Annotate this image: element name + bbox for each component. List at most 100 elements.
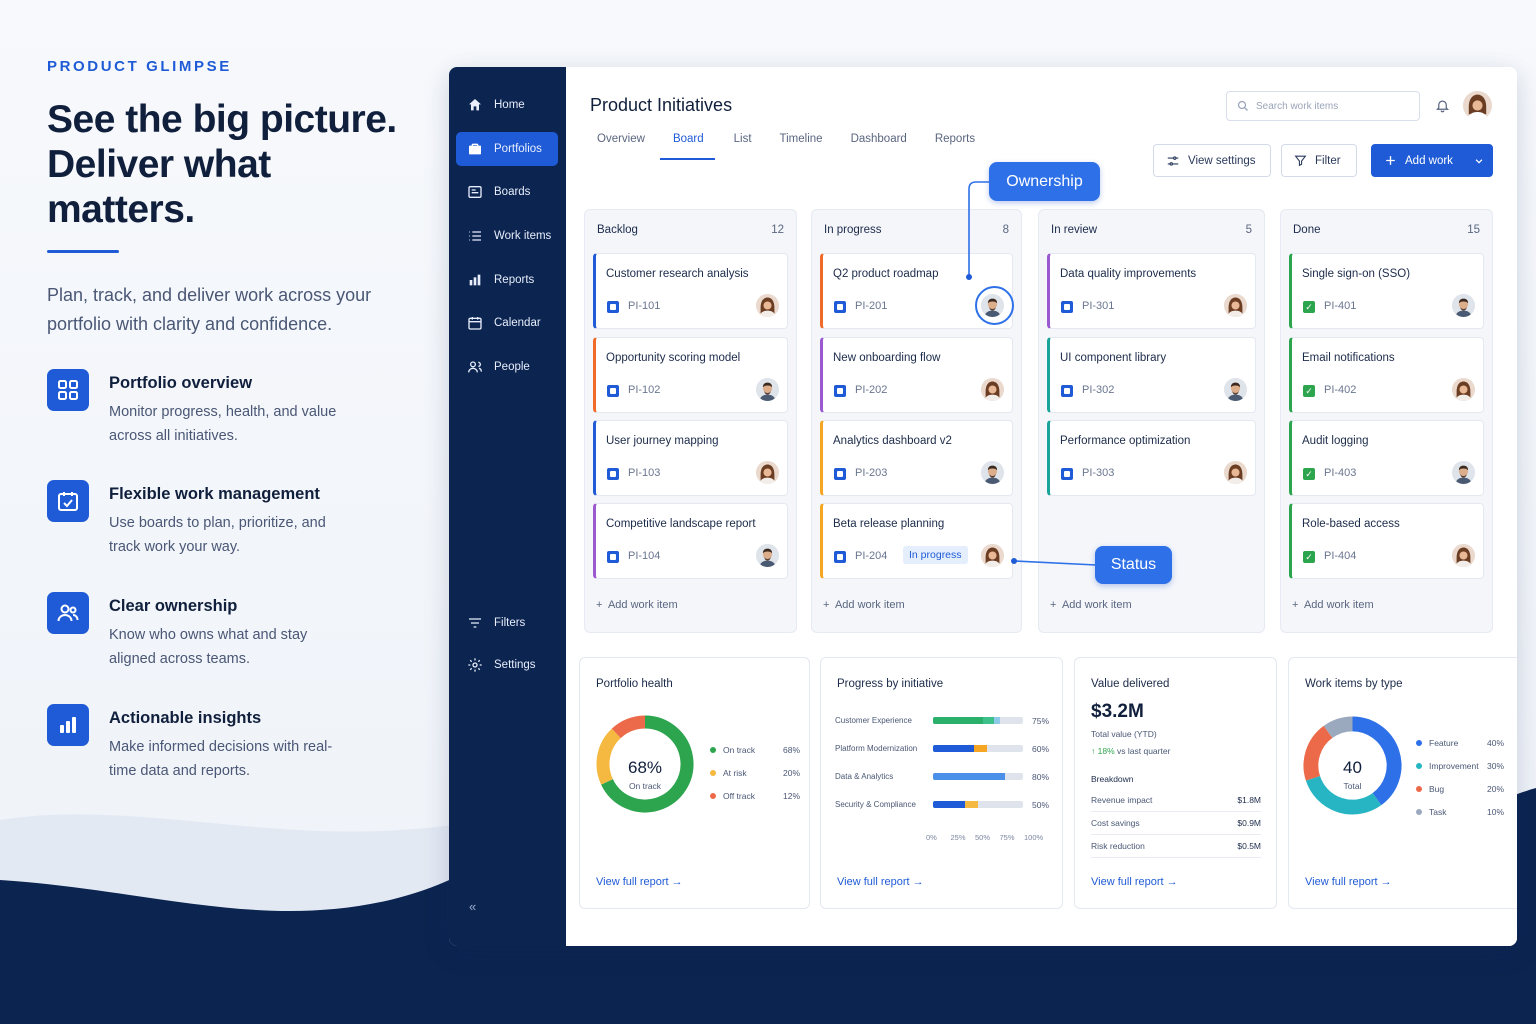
work-item-card[interactable]: Role-based access ✓ PI-404 [1289,503,1484,579]
work-item-card[interactable]: UI component library PI-302 [1047,337,1256,413]
card-id: PI-303 [1082,467,1115,479]
collapse-sidebar-button[interactable]: « [469,899,476,914]
assignee-avatar[interactable] [756,544,779,567]
sidebar-item-label: Reports [494,274,535,286]
view-full-report-link[interactable]: View full report → [837,876,924,888]
card-title: User journey mapping [606,435,719,447]
work-item-card[interactable]: Data quality improvements PI-301 [1047,253,1256,329]
board-icon [468,186,482,198]
assignee-avatar[interactable] [981,378,1004,401]
tab-dashboard[interactable]: Dashboard [851,133,907,159]
add-work-button[interactable]: Add work [1371,144,1493,177]
legend-item: Feature 40% [1416,731,1504,754]
work-item-card[interactable]: Email notifications ✓ PI-402 [1289,337,1484,413]
view-settings-button[interactable]: View settings [1153,144,1271,177]
work-item-card[interactable]: Beta release planning PI-204 In progress [820,503,1013,579]
search-icon [1237,100,1248,111]
progress-segment [964,801,978,808]
work-item-card[interactable]: Competitive landscape report PI-104 [593,503,788,579]
assignee-avatar[interactable] [1224,294,1247,317]
work-item-card[interactable]: Performance optimization PI-303 [1047,420,1256,496]
work-items-by-type-panel: Work items by type 40 Total Feature 40% Im… [1288,657,1517,909]
view-full-report-link[interactable]: View full report → [1305,876,1392,888]
bar-chart-icon [469,274,481,286]
sidebar-item-settings[interactable]: Settings [456,648,558,682]
assignee-avatar[interactable] [756,378,779,401]
add-work-item-button[interactable]: + Add work item [1292,599,1374,611]
sidebar-item-calendar[interactable]: Calendar [456,306,558,340]
view-full-report-link[interactable]: View full report → [596,876,683,888]
breakdown-label: Risk reduction [1091,841,1145,851]
search-placeholder: Search work items [1256,100,1339,112]
progress-track [933,745,1023,752]
card-id: PI-203 [855,467,888,479]
avatar-highlight-ring [975,286,1014,325]
column-title: Backlog [597,224,638,236]
bell-icon[interactable] [1435,97,1450,119]
work-item-card[interactable]: Customer research analysis PI-101 [593,253,788,329]
assignee-avatar[interactable] [1452,294,1475,317]
progress-row: Security & Compliance 50% [835,800,1055,828]
sidebar-item-boards[interactable]: Boards [456,175,558,209]
sidebar-item-work-items[interactable]: Work items [456,219,558,253]
filter-icon [1294,155,1307,167]
main-content: Product Initiatives Overview Board List … [566,67,1517,946]
card-id: PI-401 [1324,300,1357,312]
assignee-avatar[interactable] [1224,378,1247,401]
feature-title: Actionable insights [109,709,262,727]
sidebar-item-label: Work items [494,230,552,242]
gear-icon [468,658,482,672]
work-item-card[interactable]: New onboarding flow PI-202 [820,337,1013,413]
assignee-avatar[interactable] [1452,461,1475,484]
tab-timeline[interactable]: Timeline [780,133,823,159]
work-item-card[interactable]: Opportunity scoring model PI-102 [593,337,788,413]
tab-board[interactable]: Board [660,133,715,160]
add-work-item-label: Add work item [607,599,678,611]
assignee-avatar[interactable] [1452,378,1475,401]
status-badge[interactable]: In progress [903,546,968,564]
add-work-item-button[interactable]: + Add work item [596,599,678,611]
progress-track [933,801,1023,808]
work-item-card[interactable]: User journey mapping PI-103 [593,420,788,496]
assignee-avatar[interactable] [756,294,779,317]
search-input[interactable]: Search work items [1226,91,1420,121]
sidebar-item-filters[interactable]: Filters [456,606,558,640]
value-panel: Value delivered $3.2M Total value (YTD) … [1074,657,1277,909]
tab-list[interactable]: List [734,133,752,159]
types-legend: Feature 40% Improvement 30% Bug 20% Task 10% [1416,731,1504,823]
work-item-card[interactable]: Single sign-on (SSO) ✓ PI-401 [1289,253,1484,329]
panel-title: Progress by initiative [837,678,944,690]
sidebar-item-portfolios[interactable]: Portfolios [456,132,558,166]
page-title: Product Initiatives [590,95,733,115]
tab-reports[interactable]: Reports [935,133,975,159]
assignee-avatar[interactable] [981,544,1004,567]
check-icon: ✓ [1303,468,1315,480]
work-item-card[interactable]: Q2 product roadmap PI-201 [820,253,1014,329]
assignee-avatar[interactable] [1452,544,1475,567]
view-full-report-link[interactable]: View full report → [1091,876,1178,888]
assignee-avatar[interactable] [981,461,1004,484]
add-work-item-button[interactable]: + Add work item [1050,599,1132,611]
progress-segment [933,801,965,808]
add-work-item-label: Add work item [834,599,905,611]
add-work-item-button[interactable]: + Add work item [823,599,905,611]
assignee-avatar[interactable] [1224,461,1247,484]
legend-value: 12% [782,790,800,801]
health-legend: On track 68% At risk 20% Off track 12% [710,738,800,807]
tab-overview[interactable]: Overview [597,133,645,159]
filter-button[interactable]: Filter [1281,144,1357,177]
grid-icon [47,369,89,411]
work-item-card[interactable]: Analytics dashboard v2 PI-203 [820,420,1013,496]
sidebar-item-reports[interactable]: Reports [456,263,558,297]
sidebar: Home Portfolios Boards Work items Report… [449,67,566,946]
sidebar-item-people[interactable]: People [456,350,558,384]
axis-tick-label: 25% [950,833,966,842]
card-title: Data quality improvements [1060,268,1197,280]
plus-icon: + [823,599,830,611]
sidebar-item-home[interactable]: Home [456,88,558,122]
sliders-icon [1167,155,1179,166]
user-avatar[interactable] [1463,91,1492,120]
work-item-card[interactable]: Audit logging ✓ PI-403 [1289,420,1484,496]
chevron-down-icon[interactable] [1462,145,1492,176]
assignee-avatar[interactable] [756,461,779,484]
